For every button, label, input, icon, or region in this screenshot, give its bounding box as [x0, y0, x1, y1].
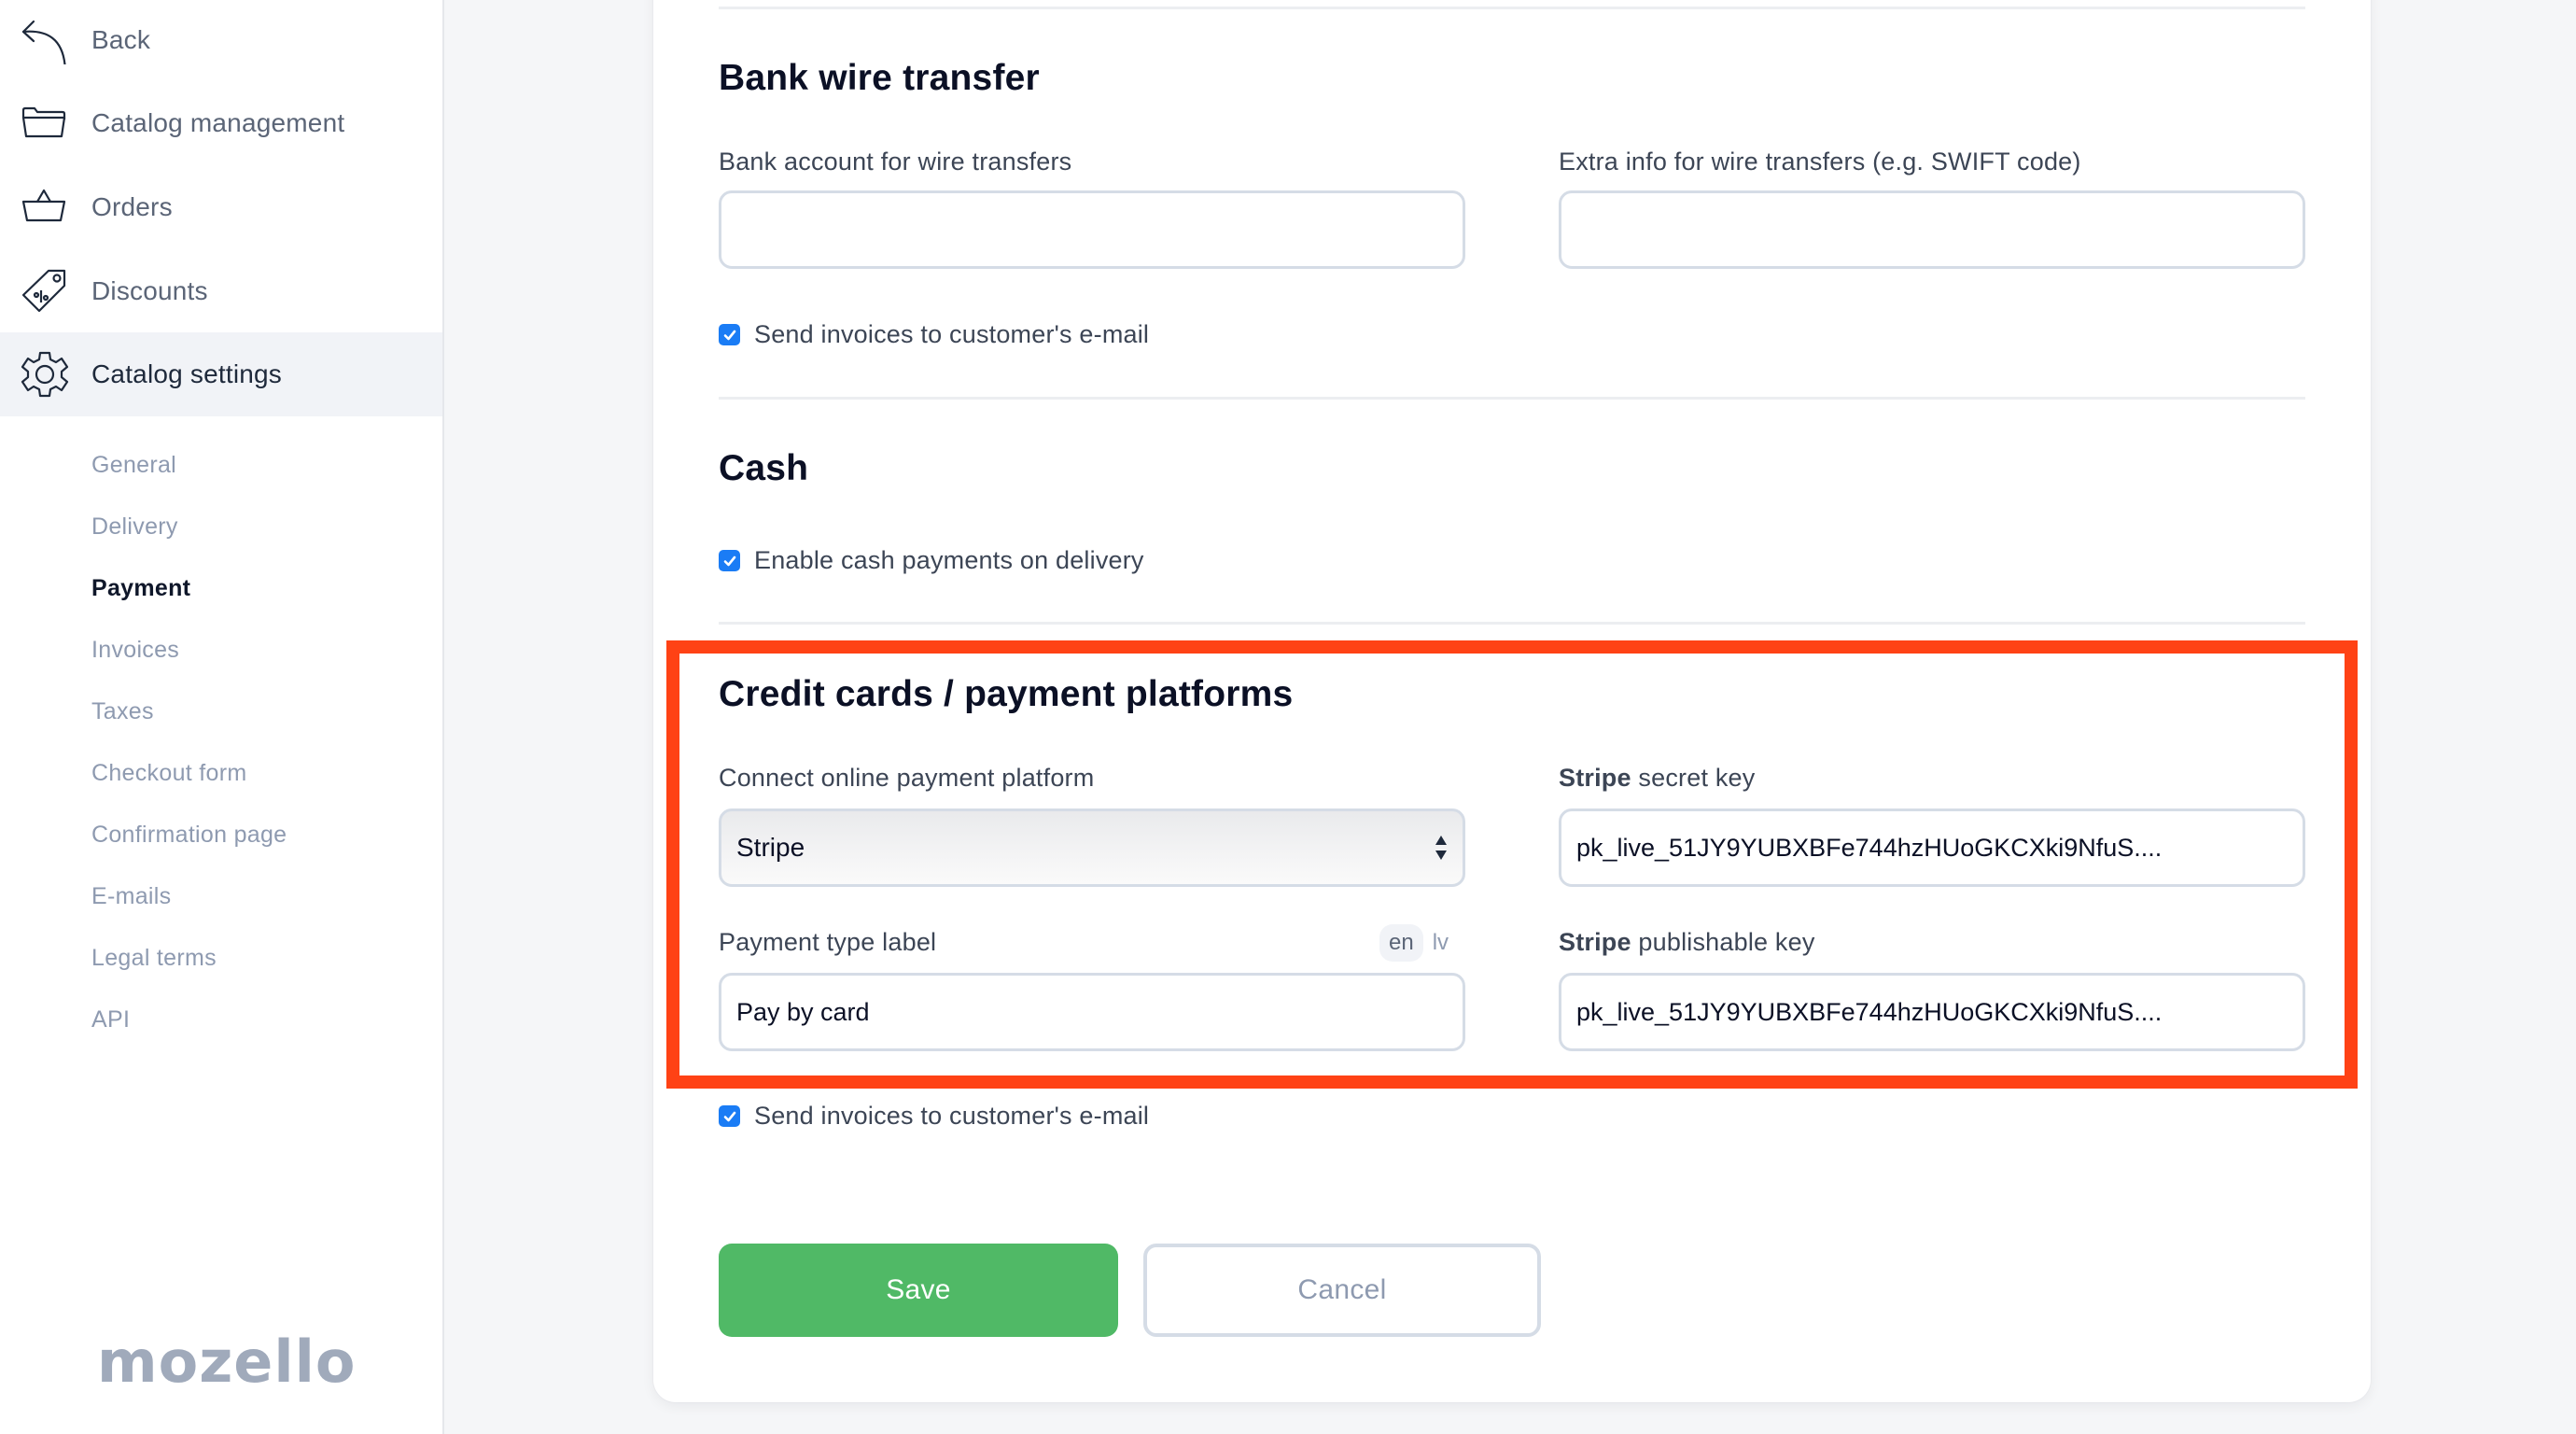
cash-title: Cash [719, 448, 809, 488]
stripe-secret-key-input[interactable] [1559, 808, 2305, 887]
subnav-invoices[interactable]: Invoices [91, 637, 179, 664]
nav-catalog-settings-label: Catalog settings [91, 359, 282, 388]
payment-type-label: Payment type label [719, 928, 937, 956]
stripe-publishable-key-label-rest: publishable key [1631, 928, 1815, 956]
credit-cards-title: Credit cards / payment platforms [719, 674, 1294, 714]
subnav-taxes[interactable]: Taxes [91, 698, 154, 725]
nav-orders[interactable]: Orders [0, 165, 442, 249]
stripe-secret-key-label: Stripe secret key [1559, 764, 1755, 793]
sidebar: Back Catalog management Orders Discounts… [0, 0, 444, 1434]
payment-type-input[interactable] [719, 973, 1465, 1051]
lang-en[interactable]: en [1379, 924, 1423, 962]
nav-back[interactable]: Back [0, 0, 442, 82]
cancel-button[interactable]: Cancel [1143, 1244, 1541, 1337]
nav-discounts-label: Discounts [91, 276, 208, 305]
bank-send-invoices-checkbox[interactable]: Send invoices to customer's e-mail [719, 320, 1149, 349]
subnav-e-mails[interactable]: E-mails [91, 883, 171, 910]
nav-catalog-management[interactable]: Catalog management [0, 81, 442, 165]
stripe-publishable-key-input[interactable] [1559, 973, 2305, 1051]
mozello-logo[interactable]: mozello [97, 1328, 356, 1396]
nav-discounts[interactable]: Discounts [0, 249, 442, 333]
checkbox-checked-icon[interactable] [719, 550, 740, 571]
extra-info-input[interactable] [1559, 190, 2305, 269]
folder-icon [21, 99, 69, 148]
payment-platform-label: Connect online payment platform [719, 764, 1095, 792]
language-switch: en lv [1379, 924, 1458, 962]
bank-account-label: Bank account for wire transfers [719, 148, 1072, 176]
section-divider [719, 397, 2305, 400]
enable-cash-label: Enable cash payments on delivery [754, 546, 1144, 574]
extra-info-label: Extra info for wire transfers (e.g. SWIF… [1559, 148, 2081, 176]
stripe-publishable-key-label-bold: Stripe [1559, 928, 1631, 956]
bank-send-invoices-label: Send invoices to customer's e-mail [754, 320, 1150, 348]
section-divider [719, 622, 2305, 625]
checkbox-checked-icon[interactable] [719, 324, 740, 345]
subnav-general[interactable]: General [91, 452, 176, 479]
discount-tag-icon [21, 267, 69, 316]
gear-icon [21, 350, 69, 399]
stripe-secret-key-label-bold: Stripe [1559, 764, 1631, 792]
nav-orders-label: Orders [91, 192, 173, 221]
payment-platform-value: Stripe [736, 833, 805, 862]
subnav-checkout-form[interactable]: Checkout form [91, 760, 246, 787]
checkbox-checked-icon[interactable] [719, 1105, 740, 1127]
subnav-delivery[interactable]: Delivery [91, 513, 178, 541]
subnav-payment[interactable]: Payment [91, 575, 190, 602]
nav-back-label: Back [91, 25, 151, 54]
back-arrow-icon [21, 16, 69, 76]
cards-send-invoices-checkbox[interactable]: Send invoices to customer's e-mail [719, 1102, 1149, 1131]
save-button[interactable]: Save [719, 1244, 1118, 1337]
section-divider [719, 7, 2305, 9]
subnav-legal-terms[interactable]: Legal terms [91, 945, 217, 972]
basket-icon [21, 183, 69, 232]
subnav-confirmation-page[interactable]: Confirmation page [91, 822, 287, 849]
lang-lv[interactable]: lv [1423, 924, 1458, 962]
subnav-api[interactable]: API [91, 1006, 130, 1033]
stripe-publishable-key-label: Stripe publishable key [1559, 928, 1815, 957]
select-arrows-icon [1435, 834, 1448, 862]
enable-cash-checkbox[interactable]: Enable cash payments on delivery [719, 546, 1144, 575]
stripe-secret-key-label-rest: secret key [1631, 764, 1756, 792]
nav-catalog-management-label: Catalog management [91, 108, 345, 137]
bank-wire-title: Bank wire transfer [719, 58, 1040, 98]
bank-account-input[interactable] [719, 190, 1465, 269]
payment-platform-select[interactable]: Stripe [719, 808, 1465, 887]
nav-catalog-settings[interactable]: Catalog settings [0, 332, 442, 416]
cards-send-invoices-label: Send invoices to customer's e-mail [754, 1102, 1150, 1130]
